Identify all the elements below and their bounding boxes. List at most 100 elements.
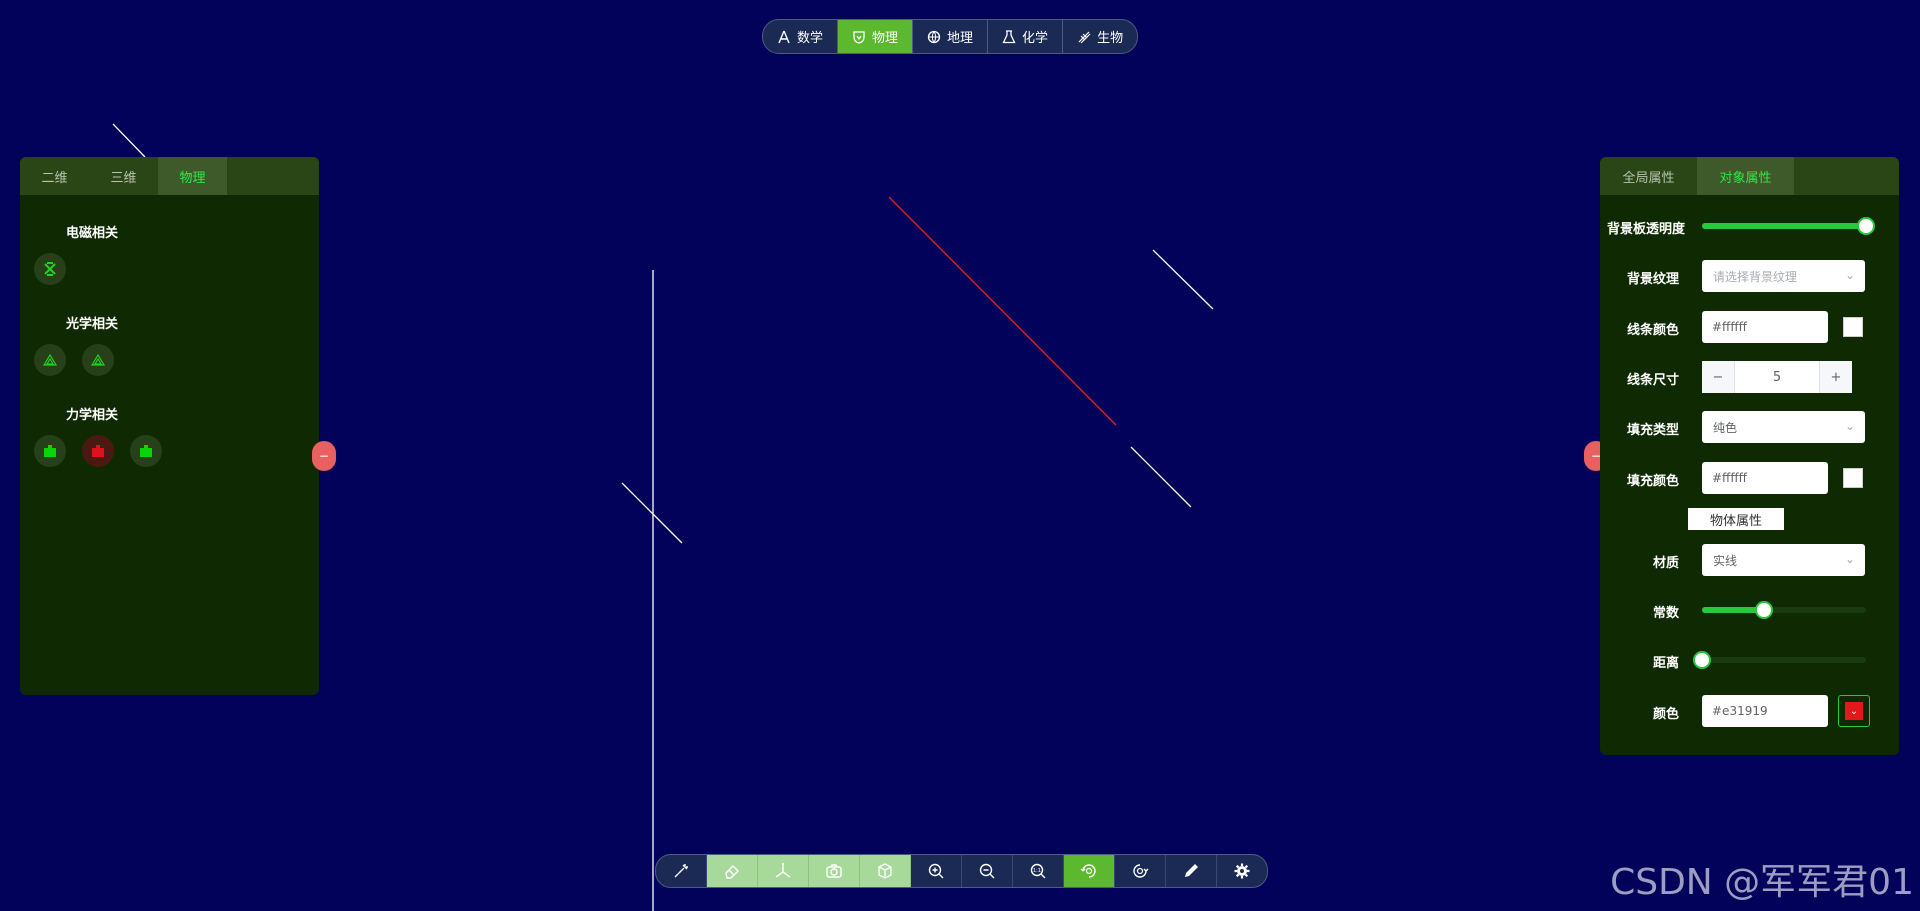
right-panel-tabs: 全局属性 对象属性: [1600, 157, 1899, 195]
color-input[interactable]: #e31919: [1702, 695, 1828, 727]
tool-block-button[interactable]: [82, 435, 114, 467]
canvas-line[interactable]: [1130, 446, 1192, 508]
tab-physics[interactable]: 物理: [158, 157, 227, 195]
subject-label: 地理: [947, 31, 974, 46]
bottom-toolbar: 1:1: [655, 854, 1268, 888]
canvas-line[interactable]: [1152, 249, 1214, 310]
zoom-out-button[interactable]: [962, 855, 1013, 887]
fill-type-value: 纯色: [1713, 420, 1738, 435]
subject-geography-button[interactable]: 地理: [913, 20, 989, 53]
fill-color-row: 填充颜色 #ffffff: [1600, 462, 1899, 494]
dna-icon: [1078, 31, 1091, 43]
zoom-out-icon: [979, 863, 995, 879]
tool-magnet-button[interactable]: [34, 253, 66, 285]
distance-slider[interactable]: [1693, 651, 1866, 669]
fill-color-value: #ffffff: [1712, 471, 1747, 485]
section-title-optics: 光学相关: [66, 317, 119, 332]
watermark: CSDN @军军君01: [1610, 862, 1914, 903]
cube-button[interactable]: [860, 855, 911, 887]
object-properties-divider: 物体属性: [1688, 508, 1784, 530]
weight-block-icon: [44, 445, 56, 457]
settings-button[interactable]: [1217, 855, 1267, 887]
subject-label: 数学: [797, 31, 824, 46]
material-label: 材质: [1652, 556, 1679, 571]
tool-prism-button[interactable]: [34, 344, 66, 376]
left-panel-collapse-button[interactable]: −: [312, 441, 336, 471]
line-color-swatch[interactable]: [1843, 317, 1863, 337]
magic-wand-icon: [674, 864, 688, 878]
tab-object-properties[interactable]: 对象属性: [1697, 157, 1794, 195]
zoom-reset-button[interactable]: 1:1: [1013, 855, 1064, 887]
magic-wand-button[interactable]: [656, 855, 707, 887]
tool-block-button[interactable]: [130, 435, 162, 467]
distance-slider-handle[interactable]: [1693, 651, 1711, 669]
fill-color-swatch[interactable]: [1843, 468, 1863, 488]
subject-label: 化学: [1022, 31, 1049, 46]
zoom-in-button[interactable]: [911, 855, 962, 887]
physics-icon: [853, 30, 865, 44]
weight-block-icon: [140, 445, 152, 457]
bg-opacity-slider-fill: [1702, 223, 1866, 229]
material-value: 实线: [1713, 553, 1738, 568]
prism-icon: [43, 353, 57, 366]
line-size-row: 线条尺寸 − 5 +: [1600, 361, 1899, 393]
line-size-value[interactable]: 5: [1734, 361, 1820, 393]
subject-biology-button[interactable]: 生物: [1063, 20, 1137, 53]
canvas-line[interactable]: [112, 123, 146, 158]
line-color-label: 线条颜色: [1626, 323, 1679, 338]
subject-switcher: 数学 物理 地理 化学 生物: [762, 19, 1139, 54]
section-title-mechanics: 力学相关: [66, 408, 119, 423]
camera-button[interactable]: [809, 855, 860, 887]
tab-2d[interactable]: 二维: [20, 157, 89, 195]
constant-slider-handle[interactable]: [1755, 601, 1774, 619]
fill-type-label: 填充类型: [1626, 423, 1679, 438]
line-size-stepper: − 5 +: [1702, 361, 1852, 393]
eraser-icon: [725, 864, 740, 879]
tab-global-properties[interactable]: 全局属性: [1600, 157, 1697, 195]
rotate-alt-icon: [1133, 864, 1149, 878]
line-color-input[interactable]: #ffffff: [1702, 311, 1828, 343]
eraser-button[interactable]: [707, 855, 758, 887]
bg-texture-placeholder: 请选择背景纹理: [1713, 269, 1798, 284]
rotate-button[interactable]: [1064, 855, 1115, 887]
subject-label: 物理: [872, 31, 899, 46]
left-panel-tabs: 二维 三维 物理: [20, 157, 319, 195]
subject-math-button[interactable]: 数学: [763, 20, 839, 53]
chevron-down-icon: ⌄: [1844, 268, 1855, 282]
chevron-down-icon: ⌄: [1844, 552, 1855, 566]
fill-color-label: 填充颜色: [1626, 474, 1679, 489]
subject-chemistry-button[interactable]: 化学: [988, 20, 1064, 53]
bg-opacity-slider-handle[interactable]: [1857, 217, 1875, 235]
cube-icon: [878, 863, 892, 879]
camera-icon: [826, 864, 842, 878]
color-value: #e31919: [1712, 704, 1768, 718]
property-panel: 全局属性 对象属性 背景板透明度 背景纹理 请选择背景纹理 ⌄ 线条颜色 #ff…: [1600, 157, 1899, 755]
axes-button[interactable]: [758, 855, 809, 887]
constant-slider[interactable]: [1702, 601, 1866, 619]
bg-opacity-slider[interactable]: [1702, 217, 1875, 235]
increment-button[interactable]: +: [1820, 361, 1852, 393]
magnet-icon: [44, 262, 56, 276]
pencil-button[interactable]: [1166, 855, 1217, 887]
svg-text:1:1: 1:1: [1033, 868, 1041, 874]
subject-physics-button[interactable]: 物理: [838, 20, 914, 53]
decrement-button[interactable]: −: [1702, 361, 1734, 393]
constant-row: 常数: [1600, 594, 1899, 626]
bg-texture-select[interactable]: 请选择背景纹理 ⌄: [1702, 260, 1865, 292]
left-tool-panel: 二维 三维 物理 电磁相关 光学相关 力学相关: [20, 157, 319, 695]
subject-label: 生物: [1097, 31, 1124, 46]
tool-block-button[interactable]: [34, 435, 66, 467]
fill-type-select[interactable]: 纯色 ⌄: [1702, 411, 1865, 443]
tab-3d[interactable]: 三维: [89, 157, 158, 195]
material-select[interactable]: 实线 ⌄: [1702, 544, 1865, 576]
canvas-line-selected[interactable]: [888, 196, 1117, 426]
color-swatch-chevron-icon: ⌄: [1845, 702, 1863, 720]
tool-prism-button[interactable]: [82, 344, 114, 376]
fill-type-row: 填充类型 纯色 ⌄: [1600, 411, 1899, 443]
canvas-line[interactable]: [621, 482, 683, 544]
rotate-icon: [1080, 864, 1096, 878]
rotate-alt-button[interactable]: [1115, 855, 1166, 887]
material-row: 材质 实线 ⌄: [1600, 544, 1899, 576]
color-picker-button[interactable]: ⌄: [1838, 695, 1870, 727]
fill-color-input[interactable]: #ffffff: [1702, 462, 1828, 494]
